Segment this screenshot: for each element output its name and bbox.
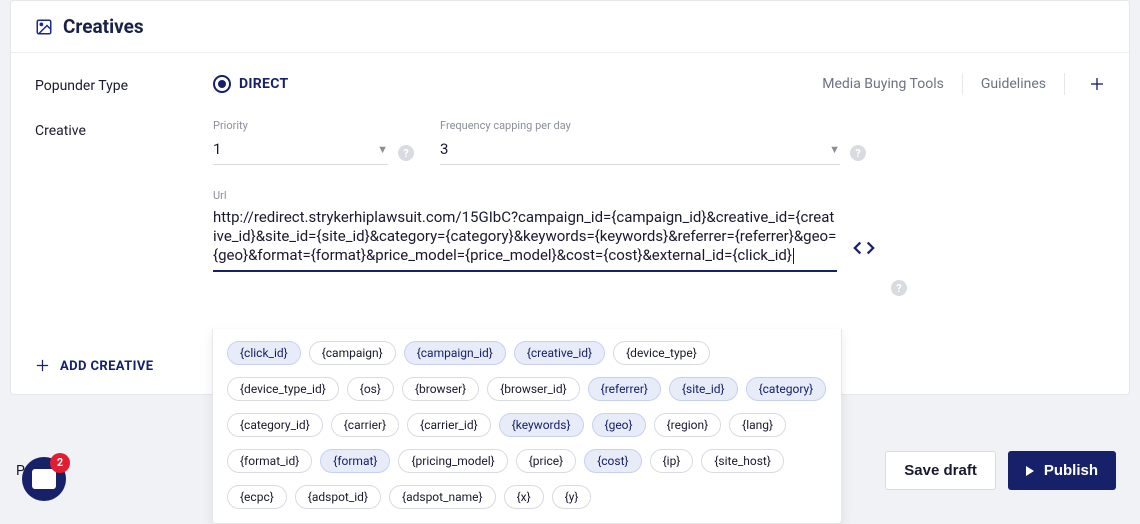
macro-tag[interactable]: {x} bbox=[504, 485, 544, 509]
macro-tag[interactable]: {pricing_model} bbox=[398, 449, 507, 473]
macro-tag[interactable]: {format} bbox=[320, 449, 390, 473]
macro-tag[interactable]: {format_id} bbox=[227, 449, 312, 473]
macro-tag[interactable]: {adspot_id} bbox=[295, 485, 381, 509]
macro-tag[interactable]: {adspot_name} bbox=[389, 485, 496, 509]
frequency-field: Frequency capping per day 3 ▼ bbox=[440, 119, 840, 165]
url-label: Url bbox=[213, 189, 1105, 202]
macro-tag[interactable]: {region} bbox=[654, 413, 722, 437]
chevron-down-icon: ▼ bbox=[829, 143, 840, 156]
publish-label: Publish bbox=[1044, 462, 1098, 479]
macro-tag[interactable]: {carrier_id} bbox=[407, 413, 491, 437]
popunder-left: Popunder Type DIRECT bbox=[35, 74, 288, 94]
macro-tag[interactable]: {device_type} bbox=[613, 341, 710, 365]
creative-content: Priority 1 ▼ ? Frequency capping per day bbox=[213, 119, 1105, 300]
macro-tag[interactable]: {lang} bbox=[729, 413, 786, 437]
chevron-down-icon: ▼ bbox=[377, 143, 388, 156]
play-icon bbox=[1026, 466, 1034, 476]
macro-tag[interactable]: {click_id} bbox=[227, 341, 301, 365]
priority-value: 1 bbox=[213, 140, 221, 158]
frequency-select[interactable]: 3 ▼ bbox=[440, 138, 840, 165]
save-draft-label: Save draft bbox=[904, 462, 977, 479]
macro-tag[interactable]: {price} bbox=[516, 449, 577, 473]
card-title: Creatives bbox=[63, 15, 144, 38]
creative-row: Creative Priority 1 ▼ ? bbox=[35, 119, 1105, 300]
macro-tag[interactable]: {cost} bbox=[584, 449, 641, 473]
footer-left: Preview 2 bbox=[16, 463, 65, 479]
url-macros-popover: {click_id} {campaign} {campaign_id} {creati… bbox=[212, 329, 842, 524]
frequency-value: 3 bbox=[440, 140, 448, 158]
macro-tag[interactable]: {os} bbox=[347, 377, 394, 401]
priority-help-icon[interactable]: ? bbox=[398, 145, 414, 161]
macro-tag[interactable]: {geo} bbox=[592, 413, 646, 437]
plus-icon bbox=[35, 354, 50, 378]
add-creative-button[interactable]: ADD CREATIVE bbox=[35, 354, 153, 378]
popunder-radio-direct[interactable]: DIRECT bbox=[213, 75, 288, 93]
add-popunder-button[interactable] bbox=[1065, 76, 1105, 92]
plus-icon bbox=[1089, 76, 1105, 92]
macro-tag[interactable]: {referrer} bbox=[588, 377, 661, 401]
popunder-row: Popunder Type DIRECT Media Buying Tools … bbox=[35, 73, 1105, 95]
radio-label: DIRECT bbox=[239, 76, 288, 92]
add-creative-label: ADD CREATIVE bbox=[60, 359, 153, 374]
card-header: Creatives bbox=[11, 1, 1129, 52]
macro-tag[interactable]: {creative_id} bbox=[514, 341, 605, 365]
save-draft-button[interactable]: Save draft bbox=[885, 451, 996, 490]
code-icon[interactable] bbox=[853, 240, 875, 261]
macro-tag[interactable]: {keywords} bbox=[499, 413, 584, 437]
macro-tag[interactable]: {y} bbox=[552, 485, 592, 509]
macro-tag[interactable]: {carrier} bbox=[331, 413, 399, 437]
priority-field: Priority 1 ▼ bbox=[213, 119, 388, 165]
macro-tag[interactable]: {ecpc} bbox=[227, 485, 287, 509]
url-wrap: http://redirect.strykerhiplawsuit.com/15… bbox=[213, 208, 1105, 300]
macro-tag[interactable]: {campaign_id} bbox=[404, 341, 506, 365]
priority-select[interactable]: 1 ▼ bbox=[213, 138, 388, 165]
chat-widget[interactable]: 2 bbox=[22, 457, 66, 501]
notification-badge: 2 bbox=[50, 453, 70, 473]
popunder-label: Popunder Type bbox=[35, 74, 213, 94]
frequency-help-icon[interactable]: ? bbox=[850, 145, 866, 161]
url-input[interactable]: http://redirect.strykerhiplawsuit.com/15… bbox=[213, 208, 837, 272]
macro-tag[interactable]: {site_id} bbox=[669, 377, 738, 401]
macro-tag[interactable]: {campaign} bbox=[309, 341, 396, 365]
url-help-icon[interactable]: ? bbox=[891, 280, 907, 296]
radio-icon bbox=[213, 75, 231, 93]
macro-tag[interactable]: {ip} bbox=[650, 449, 694, 473]
url-section: Url http://redirect.strykerhiplawsuit.co… bbox=[213, 189, 1105, 300]
popunder-actions: Media Buying Tools Guidelines bbox=[804, 73, 1105, 95]
publish-button[interactable]: Publish bbox=[1008, 451, 1116, 490]
fields-top: Priority 1 ▼ ? Frequency capping per day bbox=[213, 119, 1105, 165]
creative-label: Creative bbox=[35, 119, 213, 139]
macro-tag[interactable]: {browser_id} bbox=[487, 377, 579, 401]
media-buying-link[interactable]: Media Buying Tools bbox=[804, 76, 962, 92]
guidelines-link[interactable]: Guidelines bbox=[963, 76, 1064, 92]
macro-tag[interactable]: {category_id} bbox=[227, 413, 323, 437]
text-cursor bbox=[793, 248, 794, 264]
tag-list: {click_id} {campaign} {campaign_id} {creati… bbox=[227, 341, 827, 513]
url-value: http://redirect.strykerhiplawsuit.com/15… bbox=[213, 208, 836, 264]
macro-tag[interactable]: {browser} bbox=[402, 377, 479, 401]
chat-icon bbox=[32, 469, 56, 489]
macro-tag[interactable]: {site_host} bbox=[701, 449, 784, 473]
macro-tag[interactable]: {category} bbox=[746, 377, 827, 401]
priority-label: Priority bbox=[213, 119, 388, 132]
macro-tag[interactable]: {device_type_id} bbox=[227, 377, 339, 401]
image-icon bbox=[35, 18, 53, 36]
footer-actions: Save draft Publish bbox=[885, 451, 1116, 490]
frequency-label: Frequency capping per day bbox=[440, 119, 840, 132]
